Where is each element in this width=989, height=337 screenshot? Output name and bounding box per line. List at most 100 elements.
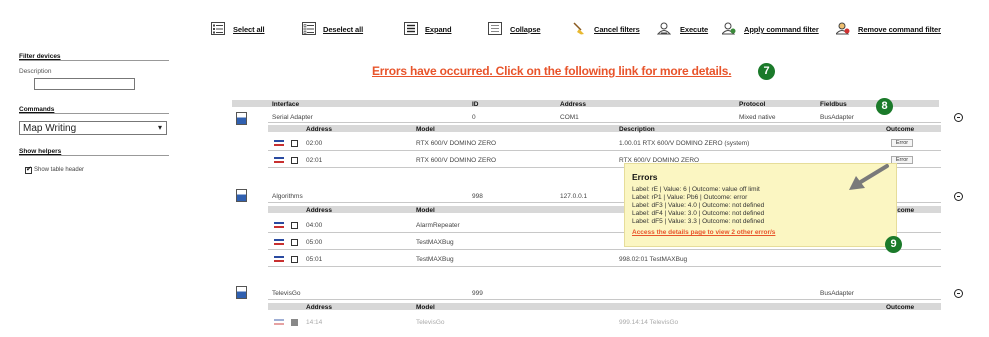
row-address: 05:00 [306, 239, 323, 246]
select-all-icon[interactable] [211, 22, 225, 35]
col-id: ID [472, 101, 479, 108]
group-address: COM1 [560, 114, 579, 121]
divider [268, 266, 941, 267]
error-outcome-button[interactable]: Error [891, 139, 913, 147]
cancel-filters-button[interactable]: Cancel filters [594, 25, 640, 34]
sub-col-outcome: Outcome [886, 304, 915, 311]
commands-selected-value: Map Writing [23, 123, 77, 134]
col-interface: Interface [272, 101, 300, 108]
collapse-button[interactable]: Collapse [510, 25, 541, 34]
deselect-all-icon[interactable] [302, 22, 316, 35]
row-description: 1.00.01 RTX 600/V DOMINO ZERO (system) [619, 140, 750, 147]
error-line: Label: dF3 | Value: 4.0 | Outcome: not d… [632, 202, 765, 209]
sub-col-model: Model [416, 304, 435, 311]
expand-button[interactable]: Expand [425, 25, 452, 34]
error-banner-link[interactable]: Errors have occurred. Click on the follo… [372, 64, 732, 78]
device-flag-icon [274, 239, 284, 245]
collapse-group-icon[interactable] [954, 289, 963, 298]
interface-icon [236, 286, 247, 299]
apply-filter-icon[interactable] [722, 22, 736, 35]
error-line: Label: dF4 | Value: 3.0 | Outcome: not d… [632, 210, 765, 217]
execute-button[interactable]: Execute [680, 25, 708, 34]
group-interface: Serial Adapter [272, 114, 313, 121]
interface-icon [236, 189, 247, 202]
execute-icon[interactable] [657, 22, 671, 35]
error-details-link[interactable]: Access the details page to view 2 other … [632, 229, 775, 236]
sub-col-address: Address [306, 304, 333, 311]
sub-col-outcome: Outcome [886, 126, 915, 133]
row-model: TelevisGo [416, 319, 445, 326]
device-flag-icon [274, 256, 284, 262]
show-table-header-checkbox[interactable]: ✔ [25, 166, 32, 174]
sub-col-model: Model [416, 126, 435, 133]
collapse-group-icon[interactable] [954, 113, 963, 122]
col-protocol: Protocol [739, 101, 766, 108]
row-checkbox [291, 319, 298, 326]
divider [268, 249, 941, 250]
remove-filter-icon[interactable] [836, 22, 850, 35]
sub-col-description: Description [619, 126, 655, 133]
show-helpers-heading: Show helpers [19, 148, 62, 155]
row-checkbox[interactable] [291, 157, 298, 164]
callout-badge-7: 7 [758, 63, 775, 80]
commands-select[interactable]: Map Writing ▾ [19, 121, 167, 135]
deselect-all-button[interactable]: Deselect all [323, 25, 363, 34]
divider [268, 150, 941, 151]
device-flag-icon [274, 140, 284, 146]
row-model: TestMAXBug [416, 256, 454, 263]
description-input[interactable] [34, 78, 135, 90]
group-fieldbus: BusAdapter [820, 114, 854, 121]
commands-heading: Commands [19, 106, 55, 113]
broom-icon[interactable] [572, 22, 586, 35]
sub-col-address: Address [306, 207, 333, 214]
remove-command-filter-button[interactable]: Remove command filter [858, 25, 941, 34]
select-all-button[interactable]: Select all [233, 25, 265, 34]
divider [268, 122, 941, 123]
group-id: 998 [472, 193, 483, 200]
callout-badge-8: 8 [876, 98, 893, 115]
col-address: Address [560, 101, 587, 108]
device-flag-icon [274, 319, 284, 325]
collapse-group-icon[interactable] [954, 192, 963, 201]
row-address: 14:14 [306, 319, 323, 326]
sub-col-model: Model [416, 207, 435, 214]
group-protocol: Mixed native [739, 114, 776, 121]
row-address: 02:00 [306, 140, 323, 147]
col-fieldbus: Fieldbus [820, 101, 847, 108]
expand-icon[interactable] [404, 22, 418, 35]
error-line: Label: rP1 | Value: Pb6 | Outcome: error [632, 194, 748, 201]
group-fieldbus: BusAdapter [820, 290, 854, 297]
error-line: Label: dF5 | Value: 3.3 | Outcome: not d… [632, 218, 765, 225]
group-id: 0 [472, 114, 476, 121]
row-checkbox[interactable] [291, 239, 298, 246]
apply-command-filter-button[interactable]: Apply command filter [744, 25, 819, 34]
sub-table-header [268, 125, 941, 132]
row-address: 02:01 [306, 157, 323, 164]
callout-badge-9: 9 [885, 236, 902, 253]
row-checkbox[interactable] [291, 222, 298, 229]
filter-devices-heading: Filter devices [19, 53, 61, 60]
row-address: 05:01 [306, 256, 323, 263]
row-checkbox[interactable] [291, 256, 298, 263]
group-address: 127.0.0.1 [560, 193, 588, 200]
collapse-icon[interactable] [488, 22, 502, 35]
device-flag-icon [274, 157, 284, 163]
row-description: 998.02:01 TestMAXBug [619, 256, 688, 263]
row-model: AlarmRepeater [416, 222, 460, 229]
sub-table-header [268, 303, 941, 310]
checkmark-icon: ✔ [26, 166, 32, 173]
description-label: Description [19, 68, 52, 75]
row-model: RTX 600/V DOMINO ZERO [416, 157, 497, 164]
divider [19, 60, 169, 61]
divider [19, 113, 169, 114]
device-flag-icon [274, 222, 284, 228]
show-table-header-label: Show table header [34, 167, 85, 173]
row-checkbox[interactable] [291, 140, 298, 147]
group-interface: Algorithms [272, 193, 303, 200]
group-interface: TelevisGo [272, 290, 301, 297]
row-description: 999.14:14 TelevisGo [619, 319, 679, 326]
chevron-down-icon: ▾ [157, 123, 162, 132]
row-model: RTX 600/V DOMINO ZERO [416, 140, 497, 147]
sub-col-address: Address [306, 126, 333, 133]
error-line: Label: rE | Value: 6 | Outcome: value of… [632, 186, 760, 193]
